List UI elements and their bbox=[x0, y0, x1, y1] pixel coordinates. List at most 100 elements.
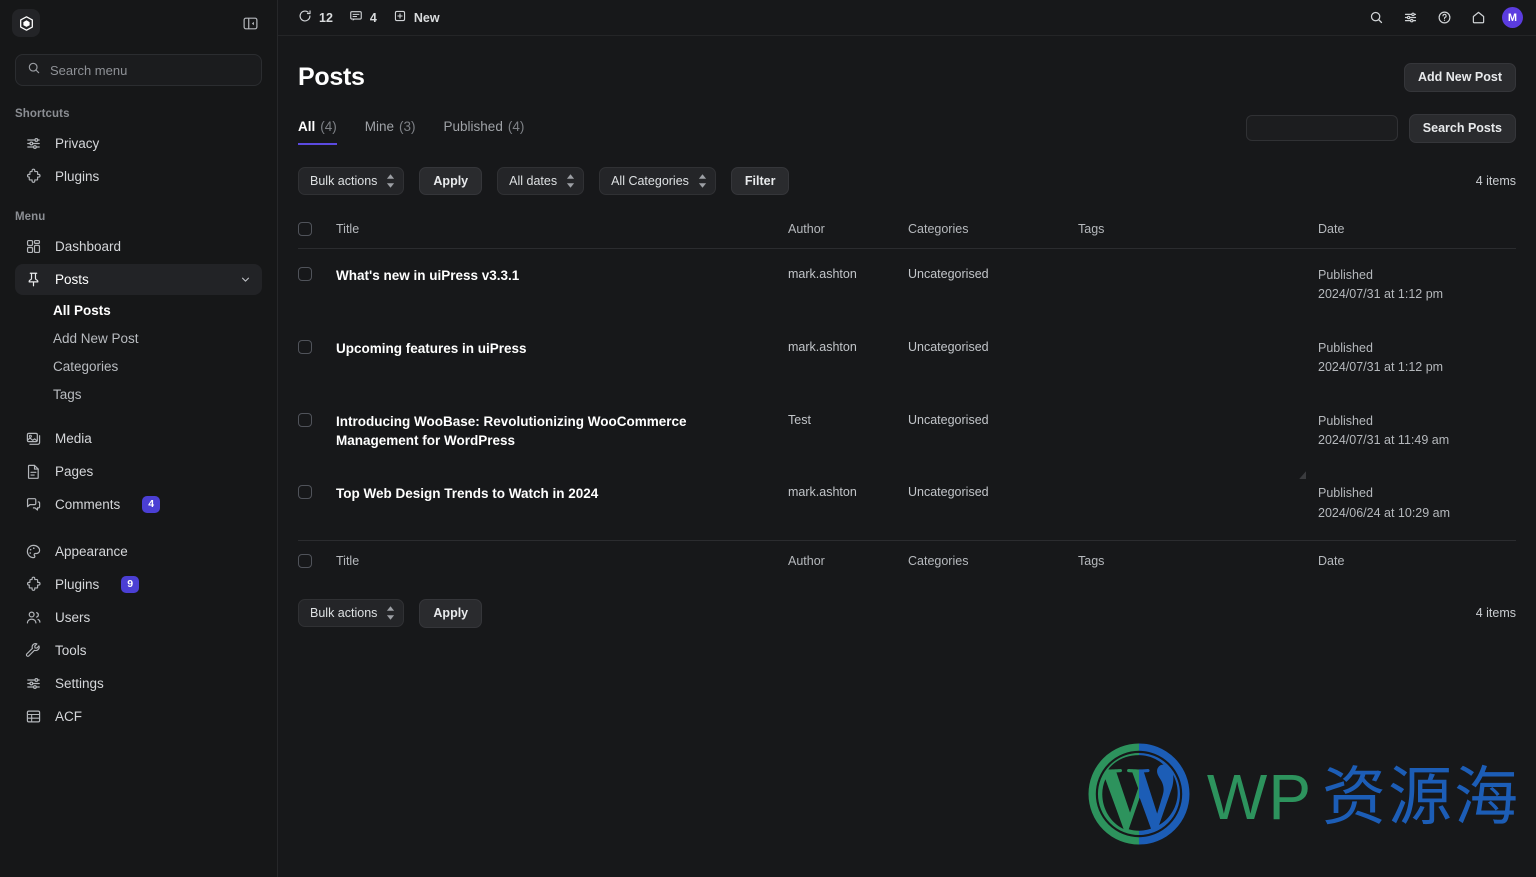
panel-collapse-icon[interactable] bbox=[237, 10, 263, 36]
bulk-actions-value: Bulk actions bbox=[310, 173, 378, 188]
column-header-title[interactable]: Title bbox=[336, 212, 788, 249]
post-author: mark.ashton bbox=[788, 339, 857, 354]
sidebar-search-box[interactable] bbox=[15, 54, 262, 86]
pin-icon bbox=[25, 271, 42, 288]
sidebar-item-users[interactable]: Users bbox=[15, 602, 262, 633]
help-icon[interactable] bbox=[1434, 8, 1454, 28]
apply-button-top[interactable]: Apply bbox=[419, 166, 483, 195]
column-header-date[interactable]: Date bbox=[1318, 212, 1516, 249]
tab-all[interactable]: All (4) bbox=[298, 119, 337, 145]
table-footer-row: Title Author Categories Tags Date bbox=[298, 540, 1516, 579]
sidebar-item-pages[interactable]: Pages bbox=[15, 456, 262, 487]
tab-label: Mine bbox=[364, 118, 395, 134]
column-footer-date[interactable]: Date bbox=[1318, 540, 1516, 579]
row-checkbox[interactable] bbox=[298, 412, 312, 427]
sidebar-item-posts[interactable]: Posts bbox=[15, 264, 262, 295]
row-checkbox[interactable] bbox=[298, 485, 312, 500]
column-footer-tags[interactable]: Tags bbox=[1078, 540, 1318, 579]
post-title[interactable]: Top Web Design Trends to Watch in 2024 bbox=[336, 467, 788, 540]
sidebar-subitem-all-posts[interactable]: All Posts bbox=[0, 296, 277, 324]
post-title[interactable]: What's new in uiPress v3.3.1 bbox=[336, 249, 788, 322]
search-menu-input[interactable] bbox=[50, 62, 250, 78]
home-icon[interactable] bbox=[1468, 8, 1488, 28]
sidebar-item-label: Appearance bbox=[55, 544, 128, 559]
post-date: Published 2024/06/24 at 10:29 am bbox=[1318, 467, 1516, 540]
apply-button-bottom[interactable]: Apply bbox=[419, 599, 483, 628]
post-date: Published 2024/07/31 at 11:49 am bbox=[1318, 395, 1516, 468]
all-categories-value: All Categories bbox=[611, 173, 689, 188]
all-categories-select[interactable]: All Categories bbox=[599, 166, 716, 195]
select-all-checkbox[interactable] bbox=[298, 222, 312, 236]
column-footer-title[interactable]: Title bbox=[336, 540, 788, 579]
chevron-updown-icon bbox=[566, 174, 575, 188]
bulk-actions-select-bottom[interactable]: Bulk actions bbox=[298, 599, 405, 628]
post-title[interactable]: Introducing WooBase: Revolutionizing Woo… bbox=[336, 395, 788, 468]
chevron-down-icon[interactable] bbox=[239, 273, 252, 286]
tab-count: (3) bbox=[399, 118, 416, 134]
table-header-row: Title Author Categories Tags Date bbox=[298, 212, 1516, 249]
row-checkbox[interactable] bbox=[298, 339, 312, 354]
post-date-status: Published bbox=[1318, 413, 1373, 428]
column-header-author[interactable]: Author bbox=[788, 212, 908, 249]
column-footer-categories[interactable]: Categories bbox=[908, 540, 1078, 579]
sidebar-item-appearance[interactable]: Appearance bbox=[15, 536, 262, 567]
search-posts-button[interactable]: Search Posts bbox=[1408, 114, 1516, 143]
toolbar-new[interactable]: New bbox=[393, 9, 440, 26]
sidebar-subitem-categories[interactable]: Categories bbox=[0, 352, 277, 380]
all-dates-select[interactable]: All dates bbox=[497, 166, 585, 195]
table-head: Title Author Categories Tags Date bbox=[298, 212, 1516, 249]
page-title: Posts bbox=[298, 63, 365, 91]
column-header-tags[interactable]: Tags bbox=[1078, 212, 1318, 249]
post-author: mark.ashton bbox=[788, 267, 857, 281]
table-icon bbox=[25, 708, 42, 725]
post-tags bbox=[1078, 467, 1318, 540]
column-header-categories[interactable]: Categories bbox=[908, 212, 1078, 249]
page-header: Posts Add New Post bbox=[298, 36, 1516, 92]
sidebar-item-privacy[interactable]: Privacy bbox=[15, 128, 262, 159]
sidebar-item-tools[interactable]: Tools bbox=[15, 635, 262, 666]
search-posts-input[interactable] bbox=[1245, 115, 1398, 142]
sidebar-item-media[interactable]: Media bbox=[15, 423, 262, 454]
post-author: Test bbox=[788, 412, 811, 427]
sidebar-subitem-tags[interactable]: Tags bbox=[0, 380, 277, 408]
post-tags bbox=[1078, 395, 1318, 468]
row-select-cell bbox=[298, 322, 336, 395]
sidebar-item-label: Privacy bbox=[55, 136, 100, 151]
sidebar-item-dashboard[interactable]: Dashboard bbox=[15, 231, 262, 262]
select-all-checkbox-footer[interactable] bbox=[298, 554, 312, 568]
post-title[interactable]: Upcoming features in uiPress bbox=[336, 322, 788, 395]
sidebar-item-comments[interactable]: Comments 4 bbox=[15, 489, 262, 520]
items-count-bottom: 4 items bbox=[1475, 606, 1516, 621]
sliders-icon[interactable] bbox=[1400, 8, 1420, 28]
main-area: 12 4 New M Posts Add New Post All (4) Mi… bbox=[278, 0, 1536, 877]
avatar[interactable]: M bbox=[1502, 7, 1523, 28]
column-footer-author[interactable]: Author bbox=[788, 540, 908, 579]
tab-published[interactable]: Published (4) bbox=[444, 119, 525, 145]
sidebar-item-acf[interactable]: ACF bbox=[15, 701, 262, 732]
watermark-text: WP 资源海 bbox=[1207, 765, 1520, 829]
watermark-latin: WP bbox=[1206, 760, 1312, 833]
table-row: Upcoming features in uiPress mark.ashton… bbox=[298, 322, 1516, 395]
sidebar-item-settings[interactable]: Settings bbox=[15, 668, 262, 699]
add-new-post-button[interactable]: Add New Post bbox=[1403, 63, 1516, 92]
search-icon[interactable] bbox=[1366, 8, 1386, 28]
sidebar-subitem-add-new-post[interactable]: Add New Post bbox=[0, 324, 277, 352]
bulk-actions-select[interactable]: Bulk actions bbox=[298, 166, 405, 195]
uipress-cube-logo[interactable] bbox=[12, 9, 40, 37]
sidebar-item-plugins[interactable]: Plugins 9 bbox=[15, 569, 262, 600]
post-date-status: Published bbox=[1318, 340, 1373, 355]
tab-count: (4) bbox=[507, 118, 525, 134]
filter-button[interactable]: Filter bbox=[730, 166, 790, 195]
bulk-actions-value-bottom: Bulk actions bbox=[310, 606, 378, 621]
post-date-value: 2024/06/24 at 10:29 am bbox=[1318, 505, 1451, 520]
search-icon bbox=[27, 61, 41, 80]
toolbar-updates[interactable]: 12 bbox=[298, 9, 333, 26]
tab-mine[interactable]: Mine (3) bbox=[365, 119, 416, 145]
sidebar-item-plugins-shortcut[interactable]: Plugins bbox=[15, 161, 262, 192]
updates-icon bbox=[298, 9, 312, 26]
post-date: Published 2024/07/31 at 1:12 pm bbox=[1318, 249, 1516, 322]
row-checkbox[interactable] bbox=[298, 267, 312, 281]
sidebar-item-label: Posts bbox=[55, 272, 89, 287]
toolbar-comments[interactable]: 4 bbox=[349, 9, 377, 26]
